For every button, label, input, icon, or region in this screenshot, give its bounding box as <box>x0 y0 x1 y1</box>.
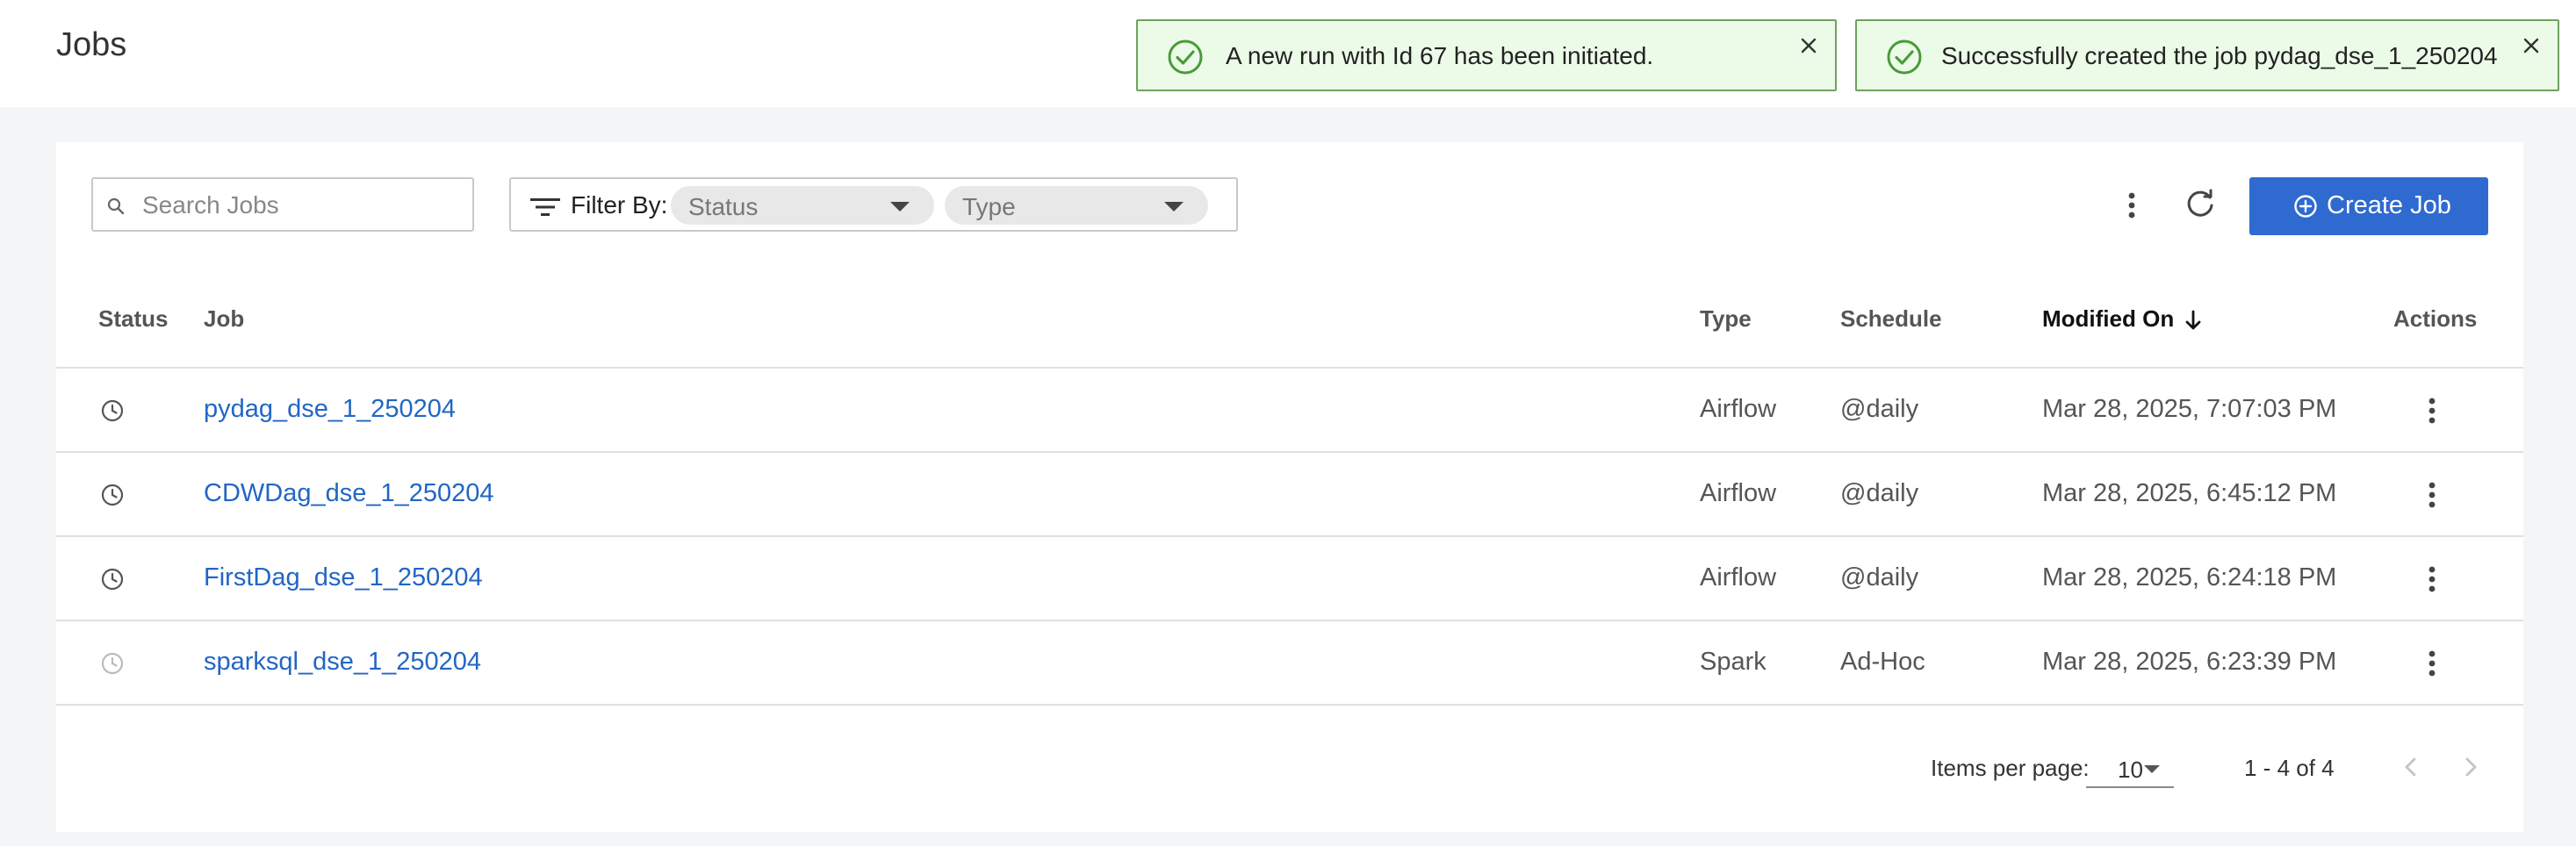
job-link[interactable]: FirstDag_dse_1_250204 <box>204 563 483 592</box>
caret-down-icon <box>890 202 910 212</box>
filter-bar: Filter By: Status Type <box>509 177 1238 232</box>
job-modified-on: Mar 28, 2025, 6:45:12 PM <box>2042 479 2337 507</box>
table-row: FirstDag_dse_1_250204 Airflow @daily Mar… <box>56 537 2523 620</box>
clock-icon <box>101 652 124 675</box>
job-link[interactable]: sparksql_dse_1_250204 <box>204 648 481 677</box>
column-header-status: Status <box>98 305 169 332</box>
close-icon[interactable] <box>1796 33 1821 58</box>
job-type: Airflow <box>1700 563 1777 591</box>
status-filter-label: Status <box>688 193 759 220</box>
job-modified-on: Mar 28, 2025, 7:07:03 PM <box>2042 395 2337 423</box>
filter-icon <box>530 198 560 216</box>
clock-icon <box>101 484 124 506</box>
toast-message: Successfully created the job pydag_dse_1… <box>1941 42 2498 69</box>
chevron-right-icon[interactable] <box>2457 753 2485 781</box>
jobs-card: Filter By: Status Type Create Job Status… <box>56 142 2523 832</box>
row-divider <box>56 704 2523 706</box>
plus-circle-icon <box>2294 195 2317 218</box>
table-row: sparksql_dse_1_250204 Spark Ad-Hoc Mar 2… <box>56 621 2523 704</box>
column-header-type: Type <box>1700 305 1752 332</box>
toast-run-initiated: A new run with Id 67 has been initiated. <box>1136 19 1837 91</box>
job-modified-on: Mar 28, 2025, 6:24:18 PM <box>2042 563 2337 591</box>
column-header-job: Job <box>204 305 245 332</box>
more-options-icon[interactable] <box>2114 188 2149 223</box>
column-header-modified-on-label: Modified On <box>2042 305 2175 332</box>
items-per-page-value: 10 <box>2118 756 2143 783</box>
type-filter-dropdown[interactable]: Type <box>945 186 1208 225</box>
job-type: Spark <box>1700 648 1767 676</box>
search-input[interactable] <box>140 186 460 225</box>
search-box <box>91 177 474 232</box>
items-per-page-label: Items per page: <box>1931 755 2090 781</box>
search-icon <box>107 197 125 215</box>
pagination-range: 1 - 4 of 4 <box>2244 755 2335 781</box>
job-link[interactable]: CDWDag_dse_1_250204 <box>204 479 494 508</box>
job-schedule: @daily <box>1840 479 1919 507</box>
row-actions-icon[interactable] <box>2414 393 2450 428</box>
type-filter-label: Type <box>962 193 1016 220</box>
sort-descending-icon <box>2185 310 2201 330</box>
table-row: pydag_dse_1_250204 Airflow @daily Mar 28… <box>56 369 2523 451</box>
toast-job-created: Successfully created the job pydag_dse_1… <box>1855 19 2559 91</box>
close-icon[interactable] <box>2519 33 2544 58</box>
job-link[interactable]: pydag_dse_1_250204 <box>204 395 456 424</box>
job-schedule: @daily <box>1840 395 1919 423</box>
caret-down-icon <box>2144 765 2160 773</box>
clock-icon <box>101 399 124 422</box>
chevron-left-icon[interactable] <box>2397 753 2425 781</box>
clock-icon <box>101 568 124 591</box>
page-title: Jobs <box>56 26 127 63</box>
row-actions-icon[interactable] <box>2414 477 2450 513</box>
job-schedule: Ad-Hoc <box>1840 648 1925 676</box>
row-actions-icon[interactable] <box>2414 562 2450 597</box>
toast-message: A new run with Id 67 has been initiated. <box>1226 42 1654 69</box>
check-circle-icon <box>1887 39 1922 75</box>
column-header-actions: Actions <box>2393 305 2478 332</box>
table-row: CDWDag_dse_1_250204 Airflow @daily Mar 2… <box>56 453 2523 535</box>
job-modified-on: Mar 28, 2025, 6:23:39 PM <box>2042 648 2337 676</box>
filter-label: Filter By: <box>571 191 668 219</box>
job-schedule: @daily <box>1840 563 1919 591</box>
create-job-label: Create Job <box>2327 191 2451 219</box>
column-header-modified-on[interactable]: Modified On <box>2042 305 2204 333</box>
status-filter-dropdown[interactable]: Status <box>671 186 934 225</box>
refresh-icon[interactable] <box>2181 184 2220 223</box>
check-circle-icon <box>1168 39 1203 75</box>
create-job-button[interactable]: Create Job <box>2249 177 2488 235</box>
column-header-schedule: Schedule <box>1840 305 1942 332</box>
row-actions-icon[interactable] <box>2414 646 2450 681</box>
job-type: Airflow <box>1700 395 1777 423</box>
job-type: Airflow <box>1700 479 1777 507</box>
items-per-page-select[interactable]: 10 <box>2086 749 2174 788</box>
caret-down-icon <box>1164 202 1184 212</box>
